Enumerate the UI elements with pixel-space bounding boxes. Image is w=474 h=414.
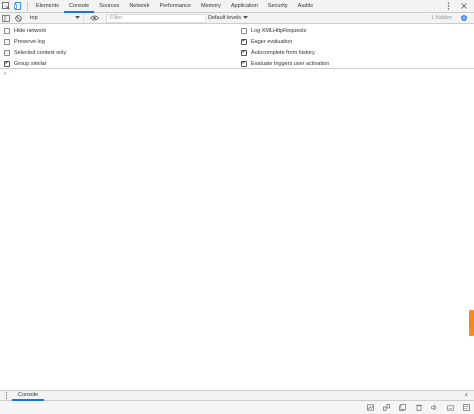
devtools-tab-bar: Elements Console Sources Network Perform… bbox=[0, 0, 474, 13]
option-label: Group similar bbox=[14, 60, 47, 67]
option-group-similar[interactable]: ✔ Group similar bbox=[4, 59, 47, 68]
filter-placeholder: Filter bbox=[110, 15, 123, 21]
tab-bar-divider bbox=[27, 1, 28, 11]
checkbox-checked[interactable]: ✔ bbox=[241, 38, 247, 45]
tab-bar-actions bbox=[442, 0, 474, 12]
option-selected-context-only[interactable]: Selected context only bbox=[4, 48, 66, 57]
option-label: Hide network bbox=[14, 27, 47, 34]
drawer-tab-console[interactable]: Console bbox=[12, 390, 45, 401]
option-evaluate-triggers-user-activation[interactable]: ✔ Evaluate triggers user activation bbox=[241, 59, 329, 68]
hidden-count: 1 hidden bbox=[430, 15, 452, 21]
checkbox[interactable] bbox=[4, 27, 10, 34]
checkbox[interactable] bbox=[4, 49, 10, 56]
log-levels-dropdown[interactable]: Default levels bbox=[208, 15, 249, 21]
devtools-window: Elements Console Sources Network Perform… bbox=[0, 0, 474, 414]
image-icon[interactable] bbox=[367, 404, 374, 411]
option-label: Log XMLHttpRequests bbox=[251, 27, 307, 34]
speaker-icon[interactable] bbox=[431, 404, 438, 411]
close-icon[interactable]: × bbox=[464, 393, 474, 399]
checkbox-checked[interactable]: ✔ bbox=[241, 60, 247, 67]
option-preserve-log[interactable]: Preserve log bbox=[4, 37, 45, 46]
console-output[interactable]: › bbox=[0, 69, 474, 390]
tab-elements[interactable]: Elements bbox=[31, 0, 64, 13]
option-hide-network[interactable]: Hide network bbox=[4, 26, 46, 35]
clear-icon[interactable] bbox=[12, 12, 24, 24]
option-log-xmlhttprequests[interactable]: Log XMLHttpRequests bbox=[241, 26, 306, 35]
option-label: Preserve log bbox=[14, 38, 45, 45]
more-icon[interactable] bbox=[442, 0, 454, 12]
drawer-tab-bar: Console × bbox=[0, 390, 474, 401]
close-devtools-icon[interactable] bbox=[458, 0, 470, 12]
tab-console[interactable]: Console bbox=[63, 0, 95, 13]
option-label: Evaluate triggers user activation bbox=[251, 60, 330, 67]
checkbox[interactable] bbox=[4, 38, 10, 45]
option-label: Eager evaluation bbox=[251, 38, 293, 45]
drawer-more-icon[interactable] bbox=[0, 390, 12, 402]
option-eager-evaluation[interactable]: ✔ Eager evaluation bbox=[241, 37, 292, 46]
system-taskbar bbox=[0, 401, 474, 414]
tab-sources[interactable]: Sources bbox=[94, 0, 124, 13]
trash-icon[interactable] bbox=[415, 404, 422, 411]
filter-input[interactable]: Filter bbox=[106, 13, 206, 23]
tab-network[interactable]: Network bbox=[124, 0, 154, 13]
sidebar-icon[interactable] bbox=[0, 12, 12, 24]
context-value: top bbox=[30, 15, 38, 21]
checkbox-checked[interactable]: ✔ bbox=[4, 60, 10, 67]
tab-application[interactable]: Application bbox=[226, 0, 263, 13]
option-label: Selected context only bbox=[14, 49, 67, 56]
checkbox-checked[interactable]: ✔ bbox=[241, 49, 247, 56]
tab-audits[interactable]: Audits bbox=[293, 0, 318, 13]
chevron-down-icon bbox=[75, 15, 80, 21]
notification-icon[interactable] bbox=[463, 404, 470, 411]
option-autocomplete-from-history[interactable]: ✔ Autocomplete from history bbox=[241, 48, 315, 57]
context-select[interactable]: top bbox=[26, 13, 84, 23]
console-settings-panel: Hide network Preserve log Selected conte… bbox=[0, 24, 474, 69]
tab-security[interactable]: Security bbox=[263, 0, 293, 13]
device-icon[interactable] bbox=[12, 0, 24, 12]
chevron-down-icon bbox=[243, 15, 249, 21]
eye-icon[interactable] bbox=[88, 12, 100, 24]
network-icon[interactable] bbox=[383, 404, 390, 411]
keyboard-icon[interactable] bbox=[447, 404, 454, 411]
option-label: Autocomplete from history bbox=[251, 49, 315, 56]
scroll-handle[interactable] bbox=[469, 310, 474, 336]
tab-performance[interactable]: Performance bbox=[154, 0, 196, 13]
console-prompt-icon[interactable]: › bbox=[4, 71, 6, 77]
checkbox[interactable] bbox=[241, 27, 247, 34]
gear-icon[interactable] bbox=[458, 12, 470, 24]
log-levels-label: Default levels bbox=[208, 15, 242, 21]
inspect-icon[interactable] bbox=[0, 0, 12, 12]
toolbar-right: 1 hidden bbox=[431, 12, 474, 24]
console-toolbar: top Filter Default levels 1 hidden bbox=[0, 13, 474, 24]
copy-icon[interactable] bbox=[399, 404, 406, 411]
tab-memory[interactable]: Memory bbox=[196, 0, 226, 13]
